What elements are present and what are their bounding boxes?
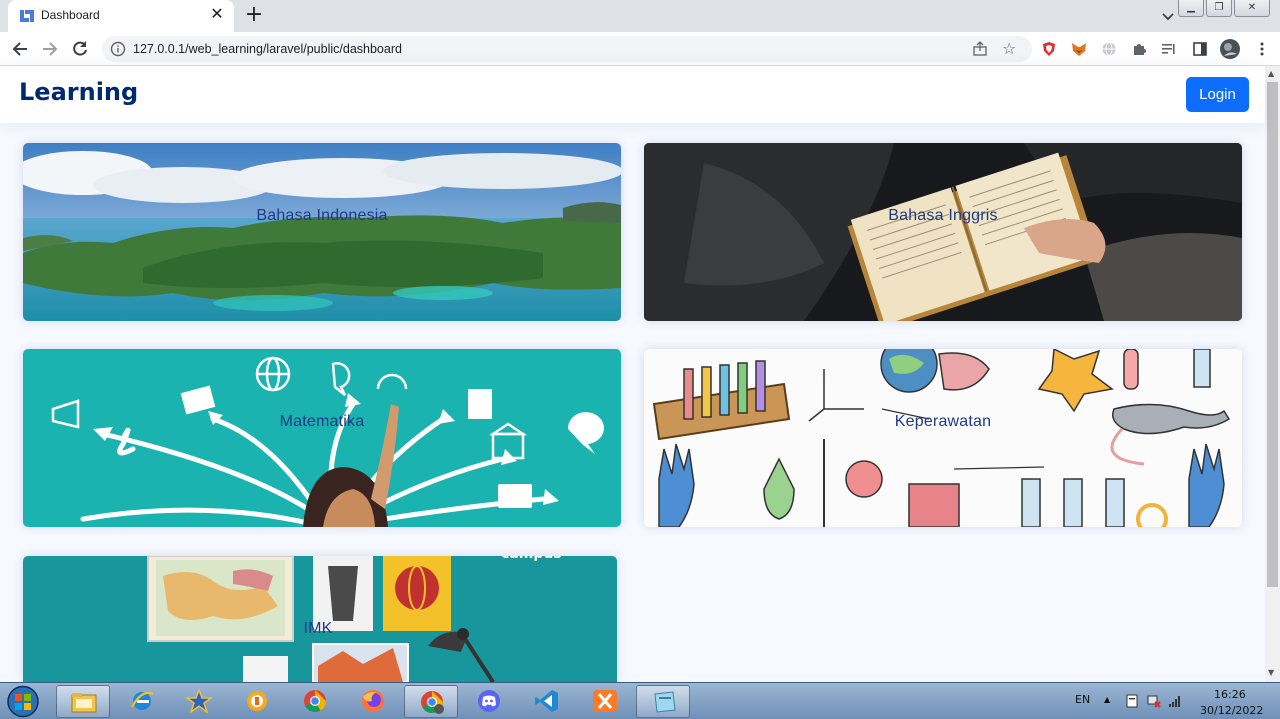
- signal-strength-icon[interactable]: [1168, 694, 1182, 708]
- network-disconnected-icon[interactable]: [1147, 694, 1161, 708]
- star-app-icon: [186, 689, 212, 713]
- window-controls: ▁ ❐ ✕: [1178, 0, 1270, 18]
- firefox-icon: [362, 690, 384, 712]
- scroll-up-arrow-icon[interactable]: ▲: [1268, 69, 1274, 78]
- keyboard-language[interactable]: EN: [1075, 693, 1090, 706]
- course-title: Keperawatan: [894, 413, 992, 430]
- reading-book-image: [644, 143, 1242, 321]
- tab-close-icon[interactable]: ✕: [208, 5, 226, 23]
- windows-start-button-icon[interactable]: [4, 685, 42, 718]
- brave-shield-icon[interactable]: [1041, 41, 1057, 57]
- course-title: Matematika: [279, 413, 365, 430]
- back-icon[interactable]: [10, 39, 30, 59]
- taskbar-chrome-profile[interactable]: [404, 685, 458, 718]
- show-hidden-icons-icon[interactable]: ▲: [1104, 695, 1110, 704]
- taskbar-discord[interactable]: [462, 685, 516, 718]
- taskbar-note-app[interactable]: [636, 685, 690, 718]
- restore-icon[interactable]: ❐: [1206, 0, 1232, 17]
- login-button[interactable]: Login: [1186, 77, 1249, 112]
- clock-time[interactable]: 16:26: [1214, 688, 1246, 701]
- vscode-icon: [535, 690, 558, 712]
- share-icon[interactable]: [972, 41, 988, 57]
- taskbar-firefox[interactable]: [346, 685, 400, 718]
- science-doodle-image: [644, 349, 1242, 527]
- site-logo[interactable]: Learning: [19, 78, 138, 106]
- taskbar-sandbox[interactable]: [230, 685, 284, 718]
- bookmark-star-icon[interactable]: ☆: [1002, 39, 1020, 58]
- side-panel-icon[interactable]: [1192, 41, 1208, 57]
- profile-avatar-icon[interactable]: [1220, 39, 1240, 59]
- course-card-imk[interactable]: campus IMK: [23, 556, 617, 682]
- new-tab-icon[interactable]: +: [244, 4, 264, 26]
- island-landscape-image: [23, 143, 621, 321]
- action-center-icon[interactable]: [1125, 694, 1139, 708]
- xampp-icon: [593, 690, 617, 712]
- course-card-bahasa-inggris[interactable]: Bahasa Inggris: [644, 143, 1242, 321]
- course-title: Bahasa Indonesia: [256, 207, 388, 224]
- windows-taskbar: EN ▲ 16:26 30/12/2022: [0, 682, 1280, 719]
- site-info-icon[interactable]: [110, 41, 126, 57]
- chrome-icon: [304, 690, 326, 712]
- site-header: Learning Login: [0, 66, 1265, 123]
- url-text: 127.0.0.1/web_learning/laravel/public/da…: [133, 42, 402, 56]
- teal-wall-collage-image: campus: [23, 556, 617, 682]
- metamask-fox-icon[interactable]: [1071, 41, 1087, 57]
- page-scrollbar-thumb[interactable]: [1267, 82, 1278, 587]
- site-favicon-icon: [20, 10, 34, 22]
- address-bar[interactable]: 127.0.0.1/web_learning/laravel/public/da…: [102, 36, 1032, 62]
- browser-tab-bar: Dashboard ✕ + ▁ ❐ ✕: [0, 0, 1280, 32]
- discord-icon: [478, 690, 500, 712]
- taskbar-pinned-star[interactable]: [172, 685, 226, 718]
- browser-menu-icon[interactable]: [1254, 41, 1270, 57]
- chrome-profile-icon: [421, 691, 444, 714]
- reading-list-icon[interactable]: [1161, 41, 1177, 57]
- folder-icon: [71, 693, 97, 713]
- course-title: IMK: [303, 620, 333, 637]
- teal-arrows-student-image: [23, 349, 621, 527]
- taskbar-file-explorer[interactable]: [56, 685, 110, 718]
- course-card-matematika[interactable]: Matematika: [23, 349, 621, 527]
- course-card-bahasa-indonesia[interactable]: Bahasa Indonesia: [23, 143, 621, 321]
- forward-icon[interactable]: [40, 39, 60, 59]
- taskbar-vscode[interactable]: [520, 685, 574, 718]
- globe-extension-icon[interactable]: [1101, 41, 1117, 57]
- reload-icon[interactable]: [70, 39, 90, 59]
- tab-title: Dashboard: [41, 8, 100, 22]
- taskbar-internet-explorer[interactable]: [115, 685, 169, 718]
- note-app-icon: [654, 691, 676, 713]
- scroll-down-arrow-icon[interactable]: ▼: [1268, 668, 1274, 677]
- internet-explorer-icon: [131, 691, 154, 710]
- tab-search-chevron-icon[interactable]: [1160, 8, 1176, 24]
- taskbar-xampp[interactable]: [578, 685, 632, 718]
- course-card-keperawatan[interactable]: Keperawatan: [644, 349, 1242, 527]
- clock-date[interactable]: 30/12/2022: [1200, 704, 1263, 717]
- browser-toolbar: 127.0.0.1/web_learning/laravel/public/da…: [0, 32, 1280, 66]
- svg-text:campus: campus: [501, 556, 562, 562]
- browser-tab-dashboard[interactable]: Dashboard ✕: [8, 0, 234, 32]
- extensions-puzzle-icon[interactable]: [1131, 41, 1147, 57]
- sandbox-app-icon: [247, 691, 267, 711]
- course-title: Bahasa Inggris: [888, 207, 998, 224]
- taskbar-chrome[interactable]: [288, 685, 342, 718]
- window-close-icon[interactable]: ✕: [1234, 0, 1270, 17]
- minimize-icon[interactable]: ▁: [1178, 0, 1204, 17]
